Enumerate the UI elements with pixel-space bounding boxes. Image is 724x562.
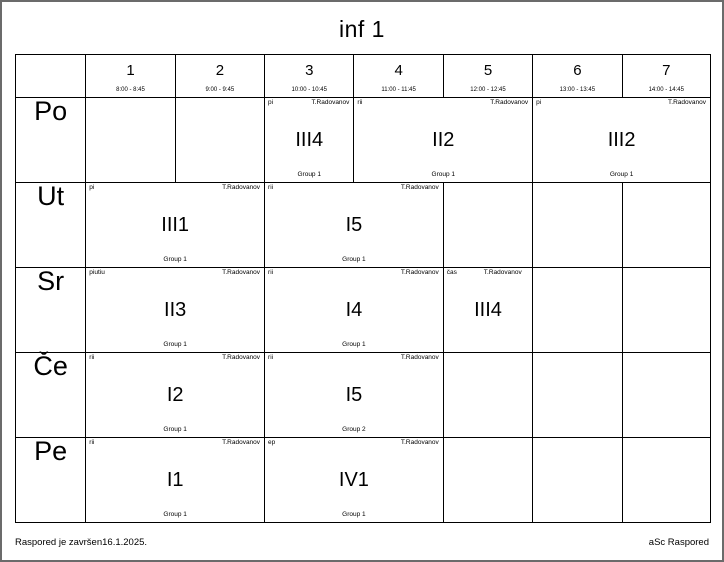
lesson-card[interactable]: rii T.Radovanov I5 Group 1 — [264, 182, 444, 268]
lesson-card[interactable]: pi T.Radovanov III1 Group 1 — [85, 182, 266, 268]
lesson-card[interactable]: pi T.Radovanov III2 Group 1 — [532, 97, 711, 183]
period-number: 1 — [126, 62, 135, 79]
empty-slot[interactable] — [621, 182, 712, 268]
period-number: 5 — [483, 62, 493, 79]
lesson-class: I1 — [166, 469, 184, 491]
period-number: 7 — [662, 62, 671, 79]
period-header-1: 1 8:00 - 8:45 — [85, 54, 176, 98]
timetable-row-tuesday: Ut pi T.Radovanov III1 Group 1 rii T.Rad… — [14, 182, 712, 268]
empty-slot[interactable] — [85, 97, 176, 183]
empty-slot[interactable] — [621, 267, 712, 353]
lesson-card[interactable]: ep T.Radovanov IV1 Group 1 — [264, 437, 444, 523]
day-label-thursday: Če — [14, 352, 87, 438]
empty-slot[interactable] — [174, 97, 266, 183]
lesson-card[interactable]: pi T.Radovanov III4 Group 1 — [264, 97, 355, 183]
day-label-monday: Po — [14, 97, 87, 183]
lesson-card[interactable]: rii T.Radovanov I2 Group 1 — [85, 352, 266, 438]
day-label-wednesday: Sr — [14, 267, 87, 353]
period-time: 13:00 - 13:45 — [559, 87, 596, 93]
period-time: 12:00 - 12:45 — [470, 87, 506, 93]
period-time: 9:00 - 9:45 — [205, 87, 235, 93]
empty-slot[interactable] — [532, 182, 623, 268]
timetable-row-friday: Pe rii T.Radovanov I1 Group 1 ep T.Radov… — [14, 437, 712, 523]
lesson-group: Group 1 — [609, 170, 634, 178]
period-header-4: 4 11:00 - 11:45 — [353, 54, 444, 98]
lesson-class: III2 — [607, 129, 636, 151]
empty-slot[interactable] — [442, 352, 534, 438]
period-time: 14:00 - 14:45 — [648, 87, 684, 93]
period-time: 11:00 - 11:45 — [381, 87, 416, 93]
timetable-row-thursday: Če rii T.Radovanov I2 Group 1 rii T.Rado… — [14, 352, 712, 438]
lesson-group: Group 1 — [431, 170, 456, 178]
lesson-group: Group 1 — [163, 255, 187, 263]
period-time: 8:00 - 8:45 — [116, 87, 145, 93]
period-header-5: 5 12:00 - 12:45 — [442, 54, 534, 98]
lesson-group: Group 1 — [163, 340, 187, 348]
empty-slot[interactable] — [442, 437, 534, 523]
lesson-class: III4 — [474, 299, 502, 321]
period-header-3: 3 10:00 - 10:45 — [264, 54, 355, 98]
period-header-2: 2 9:00 - 9:45 — [174, 54, 266, 98]
lesson-card[interactable]: rii T.Radovanov I4 Group 1 — [264, 267, 444, 353]
empty-slot[interactable] — [621, 437, 712, 523]
timetable-row-wednesday: Sr piutiu T.Radovanov II3 Group 1 rii T.… — [14, 267, 712, 353]
period-number: 4 — [394, 62, 403, 79]
empty-slot[interactable] — [532, 352, 623, 438]
footer-brand-text: aSc Raspored — [648, 537, 709, 548]
lesson-card[interactable]: piutiu T.Radovanov II3 Group 1 — [85, 267, 266, 353]
day-label-tuesday: Ut — [14, 182, 87, 268]
corner-cell — [14, 54, 87, 98]
empty-slot[interactable] — [532, 437, 623, 523]
footer: Raspored je završen16.1.2025. aSc Raspor… — [15, 537, 709, 549]
day-label-friday: Pe — [14, 437, 87, 523]
lesson-class: IV1 — [338, 469, 369, 491]
timetable-row-monday: Po pi T.Radovanov III4 Group 1 rii T.Rad… — [14, 97, 711, 183]
lesson-group: Group 1 — [297, 170, 321, 178]
lesson-card[interactable]: čas T.Radovanov III4 — [442, 267, 534, 353]
lesson-group: Group 1 — [342, 340, 366, 348]
lesson-group: Group 1 — [342, 510, 366, 518]
lesson-class: I4 — [345, 299, 363, 321]
period-header-6: 6 13:00 - 13:45 — [532, 54, 623, 98]
timetable-page: inf 1 1 8:00 - 8:45 2 9:00 - 9:45 3 10:0… — [0, 0, 724, 562]
period-number: 6 — [573, 62, 582, 79]
empty-slot[interactable] — [442, 182, 534, 268]
lesson-card[interactable]: rii T.Radovanov II2 Group 1 — [353, 97, 534, 183]
timetable-table: 1 8:00 - 8:45 2 9:00 - 9:45 3 10:00 - 10… — [14, 54, 712, 523]
period-header-7: 7 14:00 - 14:45 — [621, 54, 712, 98]
lesson-group: Group 1 — [163, 425, 187, 433]
lesson-group: Group 1 — [163, 510, 187, 518]
period-number: 2 — [215, 62, 225, 79]
lesson-group: Group 1 — [342, 255, 366, 263]
lesson-class: I5 — [345, 214, 363, 236]
lesson-class: III4 — [295, 129, 324, 151]
lesson-class: I2 — [166, 384, 184, 406]
period-number: 3 — [305, 62, 314, 79]
lesson-class: II2 — [432, 129, 455, 151]
footer-status-text: Raspored je završen16.1.2025. — [15, 537, 148, 548]
lesson-class: II3 — [164, 299, 187, 321]
lesson-class: I5 — [345, 384, 363, 406]
timetable-header-row: 1 8:00 - 8:45 2 9:00 - 9:45 3 10:00 - 10… — [14, 54, 712, 98]
lesson-class: III1 — [161, 214, 190, 236]
lesson-card[interactable]: rii T.Radovanov I1 Group 1 — [85, 437, 266, 523]
timetable-grid-wrap: 1 8:00 - 8:45 2 9:00 - 9:45 3 10:00 - 10… — [2, 54, 722, 523]
page-title: inf 1 — [339, 16, 385, 42]
lesson-group: Group 2 — [342, 425, 366, 433]
empty-slot[interactable] — [532, 267, 623, 353]
empty-slot[interactable] — [621, 352, 712, 438]
lesson-card[interactable]: rii T.Radovanov I5 Group 2 — [264, 352, 444, 438]
period-time: 10:00 - 10:45 — [291, 87, 327, 93]
